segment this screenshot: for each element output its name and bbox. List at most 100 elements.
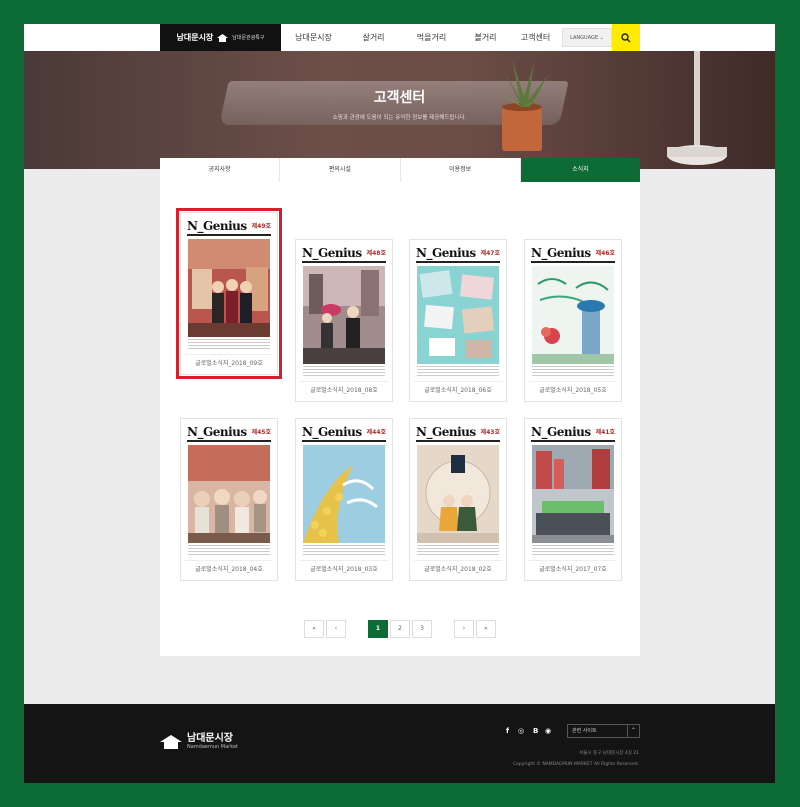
footer-logo-name: 남대문시장 [187,733,233,744]
cover-rule [531,440,615,442]
cover-issue: 제48호 [366,250,386,257]
newsletter-cover[interactable]: N_Genius 제44호 [300,423,388,557]
page-button-2[interactable]: 2 [390,620,410,638]
hero-lamp-decoration [667,51,727,165]
instagram-icon[interactable]: ◎ [518,727,524,735]
cover-brand: N_Genius [302,246,362,260]
newsletter-caption[interactable]: 글로벌소식지_2018_02호 [414,560,502,577]
cover-brand: N_Genius [187,219,247,233]
logo-sub-text: 남대문관광특구 [232,35,265,41]
last-page-button[interactable]: » [476,620,496,638]
cover-rule [416,261,500,263]
tab-facilities[interactable]: 편의시설 [280,158,401,182]
cover-photo-lantern-art [532,266,614,364]
site-logo[interactable]: 남대문시장 남대문관광특구 [160,24,281,51]
menu-namdaemun[interactable]: 남대문시장 [286,24,341,51]
language-select[interactable]: LANGUAGE ⌄ [562,28,612,47]
newsletter-cover[interactable]: N_Genius 제46호 [529,244,617,378]
newsletter-card[interactable]: N_Genius 제48호 글로벌소식지_2018_08호 [295,239,393,402]
pagination: « ‹ 1 2 3 › » [304,620,498,638]
cover-rule [416,440,500,442]
cover-photo-spring-flowers [303,445,385,543]
cover-brand: N_Genius [531,425,591,439]
tab-newsletter[interactable]: 소식지 [520,158,640,182]
newsletter-caption[interactable]: 글로벌소식지_2017_07호 [529,560,617,577]
newsletter-caption[interactable]: 글로벌소식지_2018_09호 [185,354,273,371]
cover-text-lines [532,366,614,376]
cover-photo-street-music [303,266,385,364]
cover-text-lines [303,366,385,376]
cover-brand: N_Genius [416,246,476,260]
cover-text-lines [303,545,385,555]
menu-customer-center[interactable]: 고객센터 [508,24,563,51]
cover-rule [302,440,386,442]
newsletter-caption[interactable]: 글로벌소식지_2018_04호 [185,560,273,577]
hero-plant-decoration [494,59,552,151]
menu-sights[interactable]: 볼거리 [458,24,513,51]
newsletter-cover[interactable]: N_Genius 제48호 [300,244,388,378]
newsletter-caption[interactable]: 글로벌소식지_2018_03호 [300,560,388,577]
facebook-icon[interactable]: f [506,727,509,735]
newsletter-card[interactable]: N_Genius 제41호 글로벌소식지_2017_07호 [524,418,622,581]
search-button[interactable] [612,24,640,51]
site-footer: 남대문시장 Namdaemun Market f ◎ B ◉ 관련 사이트 ⌃ … [24,704,775,783]
cover-brand: N_Genius [531,246,591,260]
cover-brand: N_Genius [416,425,476,439]
cover-issue: 제49호 [251,223,271,230]
newsletter-cover[interactable]: N_Genius 제47호 [414,244,502,378]
prev-page-button[interactable]: ‹ [326,620,346,638]
tab-notice[interactable]: 공지사항 [160,158,281,182]
tab-usage-info[interactable]: 이용정보 [400,158,521,182]
menu-food[interactable]: 먹을거리 [404,24,459,51]
newsletter-cover[interactable]: N_Genius 제49호 [185,217,273,351]
related-sites-label: 관련 사이트 [572,728,597,734]
newsletter-card[interactable]: N_Genius 제43호 글로벌소식지_2018_02호 [409,418,507,581]
cover-photo-dolls [188,445,270,543]
cover-issue: 제44호 [366,429,386,436]
cover-issue: 제45호 [251,429,271,436]
newsletter-card[interactable]: N_Genius 제47호 글로벌소식지_2018_06호 [409,239,507,402]
newsletter-caption[interactable]: 글로벌소식지_2018_08호 [300,381,388,398]
cover-photo-market-street [532,445,614,543]
cover-text-lines [188,339,270,349]
first-page-button[interactable]: « [304,620,324,638]
cover-issue: 제41호 [595,429,615,436]
next-page-button[interactable]: › [454,620,474,638]
footer-logo-eng: Namdaemun Market [187,744,238,750]
newsletter-cover[interactable]: N_Genius 제45호 [185,423,273,557]
page-button-3[interactable]: 3 [412,620,432,638]
cover-issue: 제46호 [595,250,615,257]
page-subtitle: 쇼핑과 관광에 도움이 되는 유익한 정보를 제공해드립니다. [332,115,467,121]
newsletter-caption[interactable]: 글로벌소식지_2018_05호 [529,381,617,398]
chevron-up-icon: ⌃ [627,725,639,737]
newsletter-card[interactable]: N_Genius 제46호 글로벌소식지_2018_05호 [524,239,622,402]
newsletter-grid: N_Genius 제49호 글로벌소식지_2018_09호 N_Genius 제… [160,182,640,656]
newsletter-cover[interactable]: N_Genius 제41호 [529,423,617,557]
menu-shopping[interactable]: 살거리 [346,24,401,51]
related-sites-select[interactable]: 관련 사이트 ⌃ [567,724,640,738]
blog-icon[interactable]: B [533,727,538,735]
newsletter-card[interactable]: N_Genius 제44호 글로벌소식지_2018_03호 [295,418,393,581]
page-frame: 남대문시장 남대문관광특구 남대문시장 살거리 먹을거리 볼거리 고객센터 LA… [24,24,775,783]
cover-issue: 제47호 [480,250,500,257]
page-title: 고객센터 [373,90,426,106]
newsletter-card[interactable]: N_Genius 제49호 글로벌소식지_2018_09호 [176,208,282,379]
cover-rule [302,261,386,263]
cover-photo-seollal [417,445,499,543]
top-navigation: 남대문시장 남대문관광특구 남대문시장 살거리 먹을거리 볼거리 고객센터 LA… [24,24,775,51]
cover-text-lines [188,545,270,555]
logo-main-text: 남대문시장 [176,33,214,42]
newsletter-card[interactable]: N_Genius 제45호 글로벌소식지_2018_04호 [180,418,278,581]
page-button-1[interactable]: 1 [368,620,388,638]
cover-photo-shop-staff [188,239,270,337]
sub-tabs: 공지사항 편의시설 이용정보 소식지 [160,158,640,182]
newsletter-caption[interactable]: 글로벌소식지_2018_06호 [414,381,502,398]
newsletter-cover[interactable]: N_Genius 제43호 [414,423,502,557]
cover-text-lines [417,366,499,376]
cover-rule [187,440,271,442]
weibo-icon[interactable]: ◉ [545,727,551,735]
footer-logo[interactable]: 남대문시장 Namdaemun Market [160,734,238,750]
chevron-down-icon: ⌄ [599,35,604,41]
cover-rule [187,234,271,236]
logo-emblem-icon [217,33,229,42]
